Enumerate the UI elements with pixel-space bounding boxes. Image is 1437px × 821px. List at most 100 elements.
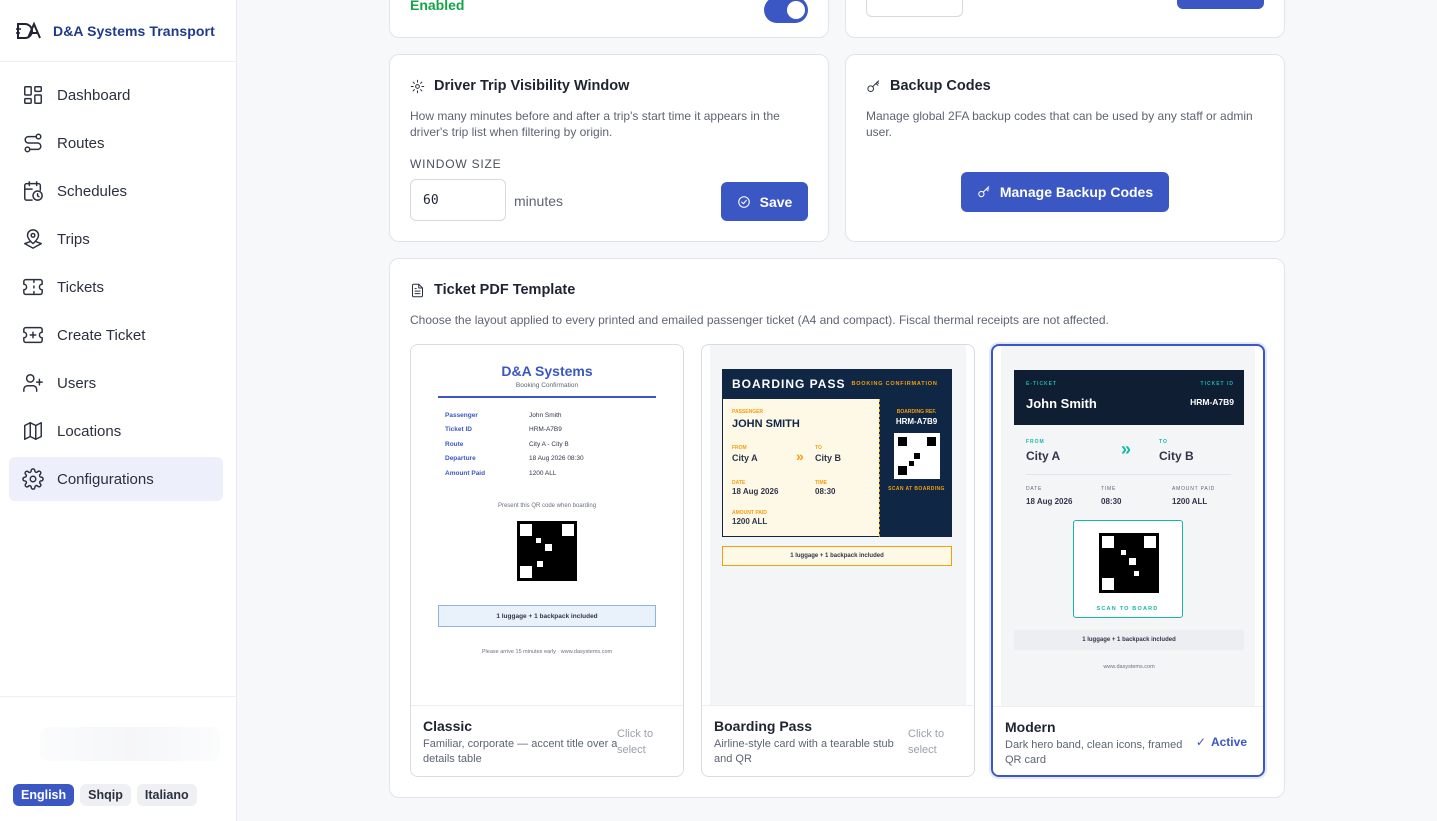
- label: FROM: [1026, 439, 1045, 445]
- classic-title: D&A Systems: [501, 363, 593, 379]
- label: TO: [815, 445, 822, 451]
- manage-backup-codes-button[interactable]: Manage Backup Codes: [961, 172, 1169, 212]
- template-option-modern[interactable]: E-TICKET TICKET ID John Smith HRM-A7B9 F…: [991, 344, 1265, 777]
- map-icon: [24, 422, 42, 440]
- dashboard-icon: [24, 86, 42, 104]
- visibility-description: How many minutes before and after a trip…: [410, 109, 780, 139]
- row-key: Route: [445, 441, 464, 448]
- classic-luggage-box: 1 luggage + 1 backpack included: [438, 605, 656, 627]
- boarding-luggage: 1 luggage + 1 backpack included: [790, 553, 884, 559]
- save-button[interactable]: Save: [721, 182, 808, 221]
- card-top-right: [845, 0, 1285, 38]
- visibility-title-text: Driver Trip Visibility Window: [434, 78, 630, 94]
- template-name: Boarding Pass: [714, 718, 813, 734]
- row-key: Passenger: [445, 412, 478, 419]
- row-value: John Smith: [529, 412, 562, 419]
- partial-save-button[interactable]: [1177, 0, 1264, 9]
- label: AMOUNT PAID: [1172, 486, 1216, 492]
- nav-item-locations[interactable]: Locations: [9, 409, 223, 453]
- label: AMOUNT PAID: [732, 510, 767, 516]
- label: PASSENGER: [732, 409, 764, 415]
- backup-card: Backup Codes Manage global 2FA backup co…: [845, 54, 1285, 242]
- qr-code-icon: [894, 433, 940, 479]
- template-name: Modern: [1005, 719, 1056, 735]
- row-value: 1200 ALL: [529, 470, 557, 477]
- template-desc: Dark hero band, clean icons, framed QR c…: [1005, 739, 1183, 766]
- boarding-luggage-box: 1 luggage + 1 backpack included: [722, 546, 952, 566]
- manage-backup-label: Manage Backup Codes: [999, 184, 1154, 200]
- boarding-header: BOARDING PASS BOOKING CONFIRMATION: [722, 369, 952, 399]
- label: FROM: [732, 445, 747, 451]
- to-city: City B: [1159, 449, 1194, 463]
- status-enabled: Enabled: [410, 0, 465, 13]
- template-option-classic[interactable]: D&A Systems Booking Confirmation Passeng…: [410, 344, 684, 777]
- nav-label: Trips: [57, 230, 90, 248]
- row-key: Ticket ID: [445, 426, 472, 433]
- label: TIME: [815, 480, 827, 486]
- template-card: Ticket PDF Template Choose the layout ap…: [389, 258, 1285, 798]
- label: DATE: [1026, 486, 1043, 492]
- passenger-name: John Smith: [1026, 396, 1097, 411]
- boarding-footer-bar: Boarding Pass Airline-style card with a …: [702, 705, 974, 776]
- nav-item-schedules[interactable]: Schedules: [9, 169, 223, 213]
- classic-footer-bar: Classic Familiar, corporate — accent tit…: [411, 705, 683, 776]
- map-pin-icon: [24, 229, 42, 249]
- brand[interactable]: D&A Systems Transport: [0, 0, 236, 62]
- label: TIME: [1101, 486, 1117, 492]
- nav-label: Configurations: [57, 470, 154, 488]
- boarding-main: PASSENGER JOHN SMITH FROM City A » TO Ci…: [722, 399, 879, 537]
- window-size-label: WINDOW SIZE: [410, 157, 502, 171]
- check-icon: ✓: [1195, 735, 1206, 749]
- label: DATE: [732, 480, 746, 486]
- card-top-left: Enabled: [389, 0, 829, 38]
- row-value: City A - City B: [529, 441, 569, 448]
- lang-italiano[interactable]: Italiano: [136, 784, 197, 806]
- gear-icon: [22, 468, 44, 490]
- nav-label: Schedules: [57, 182, 128, 200]
- lang-shqip[interactable]: Shqip: [80, 784, 131, 806]
- nav-item-configurations[interactable]: Configurations: [9, 457, 223, 501]
- time: 08:30: [815, 487, 836, 496]
- modern-hero: E-TICKET TICKET ID John Smith HRM-A7B9: [1014, 370, 1244, 425]
- gear-icon: [410, 79, 425, 93]
- template-option-boarding-pass[interactable]: BOARDING PASS BOOKING CONFIRMATION PASSE…: [701, 344, 975, 777]
- scan-label: SCAN AT BOARDING: [888, 486, 945, 492]
- template-desc: Familiar, corporate — accent title over …: [423, 738, 618, 765]
- scan-label: SCAN TO BOARD: [1096, 606, 1159, 612]
- row-key: Amount Paid: [445, 470, 486, 477]
- template-title: Ticket PDF Template: [410, 282, 575, 298]
- classic-preview: D&A Systems Booking Confirmation Passeng…: [411, 345, 683, 705]
- nav-item-trips[interactable]: Trips: [9, 217, 223, 261]
- nav-item-tickets[interactable]: Tickets: [9, 265, 223, 309]
- sidebar: D&A Systems Transport Dashboard Routes S…: [0, 0, 237, 821]
- classic-luggage: 1 luggage + 1 backpack included: [496, 612, 598, 620]
- user-profile-blurred[interactable]: [40, 727, 220, 761]
- ticket-icon: [23, 278, 43, 296]
- classic-subtitle: Booking Confirmation: [515, 382, 579, 389]
- nav-item-dashboard[interactable]: Dashboard: [9, 73, 223, 117]
- feature-toggle[interactable]: [764, 0, 808, 23]
- nav-item-routes[interactable]: Routes: [9, 121, 223, 165]
- template-name: Classic: [423, 718, 473, 734]
- nav-item-users[interactable]: Users: [9, 361, 223, 405]
- nav-label: Tickets: [57, 278, 104, 296]
- save-label: Save: [759, 193, 793, 210]
- window-size-unit: minutes: [514, 193, 564, 209]
- window-size-input[interactable]: [410, 179, 506, 221]
- modern-footer-bar: Modern Dark hero band, clean icons, fram…: [993, 706, 1263, 775]
- boarding-preview: BOARDING PASS BOOKING CONFIRMATION PASSE…: [710, 345, 966, 705]
- key-icon: [978, 186, 990, 198]
- lang-english[interactable]: English: [13, 784, 75, 806]
- modern-qr-frame: SCAN TO BOARD: [1073, 520, 1183, 618]
- ticket-plus-icon: [23, 326, 43, 344]
- partial-input[interactable]: [866, 0, 963, 17]
- nav-label: Locations: [57, 422, 122, 440]
- nav-item-create-ticket[interactable]: Create Ticket: [9, 313, 223, 357]
- row-value: HRM-A7B9: [529, 426, 562, 433]
- brand-logo-icon: [16, 20, 41, 39]
- from-city: City A: [1026, 449, 1061, 463]
- template-hint: Click to select: [617, 728, 654, 756]
- sidebar-footer: English Shqip Italiano: [0, 696, 236, 821]
- calendar-clock-icon: [24, 181, 43, 201]
- template-hint: Click to select: [908, 728, 945, 756]
